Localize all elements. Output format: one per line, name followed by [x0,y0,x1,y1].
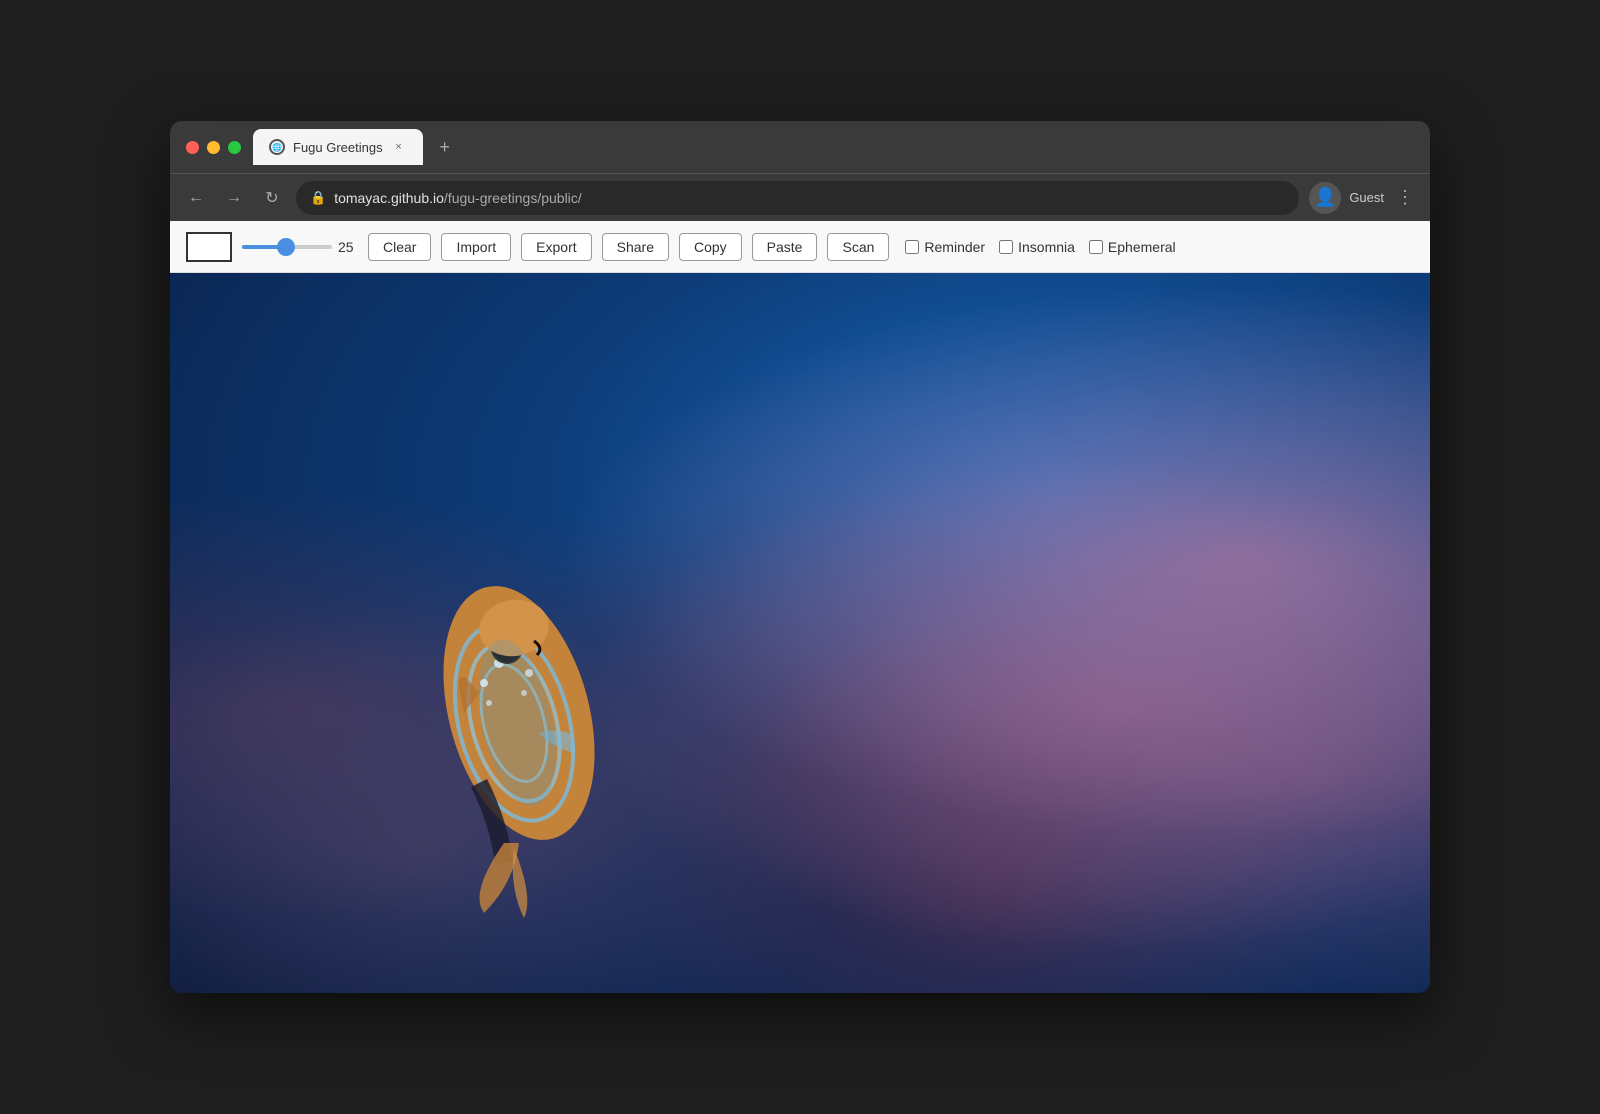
share-button[interactable]: Share [602,233,669,261]
size-value: 25 [338,239,358,255]
insomnia-label: Insomnia [1018,239,1075,255]
tab-title: Fugu Greetings [293,140,383,155]
import-button[interactable]: Import [441,233,511,261]
reminder-checkbox[interactable] [905,240,919,254]
back-button[interactable]: ← [182,184,210,212]
scan-button[interactable]: Scan [827,233,889,261]
browser-menu-button[interactable]: ⋮ [1392,183,1418,212]
fish-illustration [359,453,679,933]
ephemeral-label: Ephemeral [1108,239,1176,255]
reload-button[interactable]: ↻ [258,184,286,212]
address-bar[interactable]: 🔒 tomayac.github.io/fugu-greetings/publi… [296,181,1299,215]
reminder-checkbox-label[interactable]: Reminder [905,239,985,255]
close-button[interactable] [186,141,199,154]
canvas-area[interactable] [170,273,1430,993]
active-tab[interactable]: 🌐 Fugu Greetings × [253,129,423,165]
tab-area: 🌐 Fugu Greetings × + [253,129,1414,165]
ephemeral-checkbox-label[interactable]: Ephemeral [1089,239,1176,255]
paste-button[interactable]: Paste [752,233,818,261]
minimize-button[interactable] [207,141,220,154]
forward-button[interactable]: → [220,184,248,212]
reminder-label: Reminder [924,239,985,255]
insomnia-checkbox-label[interactable]: Insomnia [999,239,1075,255]
copy-button[interactable]: Copy [679,233,742,261]
profile-label: Guest [1349,190,1384,205]
toolbar: 25 Clear Import Export Share Copy Paste … [170,221,1430,273]
tab-close-button[interactable]: × [391,139,407,155]
title-bar: 🌐 Fugu Greetings × + [170,121,1430,173]
fish-scene [170,273,1430,993]
clear-button[interactable]: Clear [368,233,431,261]
maximize-button[interactable] [228,141,241,154]
checkbox-group: Reminder Insomnia Ephemeral [905,239,1175,255]
tab-favicon: 🌐 [269,139,285,155]
insomnia-checkbox[interactable] [999,240,1013,254]
ephemeral-checkbox[interactable] [1089,240,1103,254]
color-swatch[interactable] [186,232,232,262]
address-url: tomayac.github.io/fugu-greetings/public/ [334,190,1285,206]
lock-icon: 🔒 [310,190,326,206]
size-slider[interactable] [242,245,332,249]
nav-bar: ← → ↻ 🔒 tomayac.github.io/fugu-greetings… [170,173,1430,221]
browser-window: 🌐 Fugu Greetings × + ← → ↻ 🔒 tomayac.git… [170,121,1430,993]
traffic-lights [186,141,241,154]
new-tab-button[interactable]: + [431,133,459,161]
profile-area: 👤 Guest ⋮ [1309,182,1418,214]
export-button[interactable]: Export [521,233,591,261]
profile-icon[interactable]: 👤 [1309,182,1341,214]
size-slider-container: 25 [242,239,358,255]
